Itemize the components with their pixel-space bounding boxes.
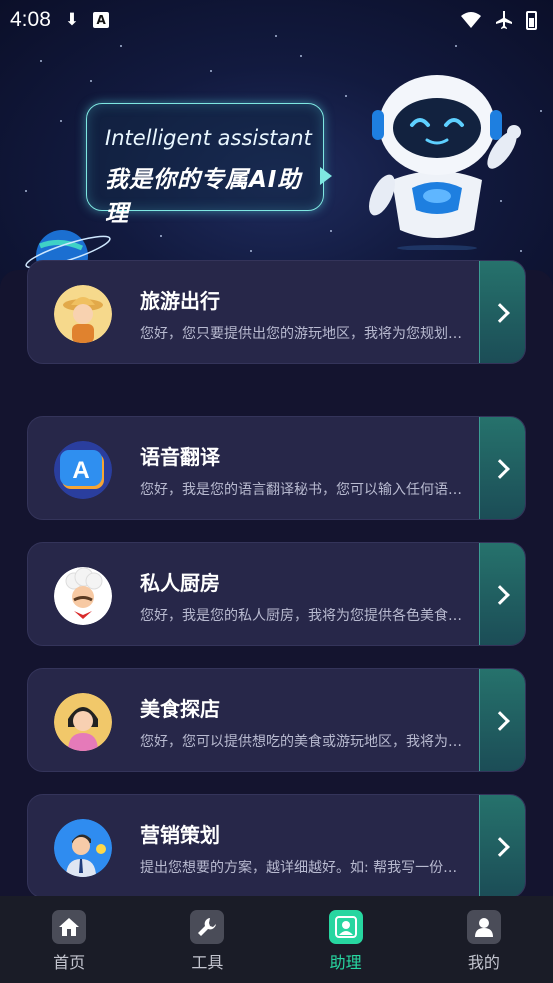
card-description: 提出您想要的方案，越详细越好。如: 帮我写一份营销方案… <box>140 860 470 876</box>
chevron-right-icon <box>489 303 510 323</box>
assistant-card-marketing[interactable]: 营销策划 提出您想要的方案，越详细越好。如: 帮我写一份营销方案… <box>27 794 526 898</box>
chef-avatar-icon <box>54 567 112 625</box>
tab-label: 首页 <box>53 953 86 972</box>
bubble-tail <box>320 167 332 185</box>
wrench-icon <box>190 910 225 944</box>
status-time: 4:08 <box>10 8 51 31</box>
open-travel-button[interactable] <box>479 261 525 363</box>
chevron-right-icon <box>489 711 510 731</box>
tab-tools[interactable]: 工具 <box>167 910 247 973</box>
assistant-card-kitchen[interactable]: 私人厨房 您好，我是您的私人厨房，我将为您提供各色美食做法… <box>27 542 526 646</box>
assistant-list: 旅游出行 您好，您只要提供出您的游玩地区，我将为您规划行程… A 语音翻译 您好… <box>0 260 553 898</box>
bubble-chinese-text: 我是你的专属AI助理 <box>105 167 302 227</box>
assistant-card-food[interactable]: 美食探店 您好，您可以提供想吃的美食或游玩地区，我将为您推荐… <box>27 668 526 772</box>
card-title: 私人厨房 <box>140 571 220 595</box>
svg-text:A: A <box>72 457 89 484</box>
assistant-card-translate[interactable]: A 语音翻译 您好，我是您的语言翻译秘书，您可以输入任何语言… <box>27 416 526 520</box>
card-description: 您好，我是您的语言翻译秘书，您可以输入任何语言… <box>140 482 470 498</box>
card-title: 旅游出行 <box>140 289 220 313</box>
hero-banner: Intelligent assistant 我是你的专属AI助理 <box>0 0 553 300</box>
tab-label: 助理 <box>329 953 362 972</box>
download-icon: ⬇ <box>64 10 80 30</box>
tab-label: 工具 <box>191 953 224 972</box>
status-bar: 4:08 ⬇ A <box>0 0 553 40</box>
marketer-avatar-icon <box>54 819 112 877</box>
card-title: 语音翻译 <box>140 445 220 469</box>
card-description: 您好，我是您的私人厨房，我将为您提供各色美食做法… <box>140 608 470 624</box>
greeting-bubble: Intelligent assistant 我是你的专属AI助理 <box>86 103 324 227</box>
tab-profile[interactable]: 我的 <box>444 910 524 973</box>
card-description: 您好，您可以提供想吃的美食或游玩地区，我将为您推荐… <box>140 734 470 750</box>
bubble-english-text: Intelligent assistant <box>105 126 312 150</box>
tab-assistant[interactable]: 助理 <box>306 910 386 973</box>
battery-icon <box>526 10 537 30</box>
home-icon <box>52 910 87 944</box>
profile-icon <box>466 910 501 944</box>
chevron-right-icon <box>489 585 510 605</box>
robot-mascot-icon <box>369 75 521 250</box>
tab-home[interactable]: 首页 <box>29 910 109 973</box>
chevron-right-icon <box>489 837 510 857</box>
translate-a-icon: A <box>54 441 112 499</box>
traveler-avatar-icon <box>54 285 112 343</box>
card-title: 美食探店 <box>140 697 220 721</box>
assistant-card-travel[interactable]: 旅游出行 您好，您只要提供出您的游玩地区，我将为您规划行程… <box>27 260 526 364</box>
font-a-icon: A <box>93 12 110 28</box>
chevron-right-icon <box>489 459 510 479</box>
bottom-tab-bar: 首页 工具 助理 我的 <box>0 896 553 983</box>
open-marketing-button[interactable] <box>479 795 525 897</box>
open-kitchen-button[interactable] <box>479 543 525 645</box>
airplane-mode-icon <box>496 11 512 29</box>
open-translate-button[interactable] <box>479 417 525 519</box>
card-description: 您好，您只要提供出您的游玩地区，我将为您规划行程… <box>140 326 470 342</box>
wifi-icon <box>461 12 481 28</box>
foodie-avatar-icon <box>54 693 112 751</box>
open-food-button[interactable] <box>479 669 525 771</box>
assistant-icon <box>328 910 363 944</box>
card-title: 营销策划 <box>140 823 220 847</box>
tab-label: 我的 <box>467 953 500 972</box>
